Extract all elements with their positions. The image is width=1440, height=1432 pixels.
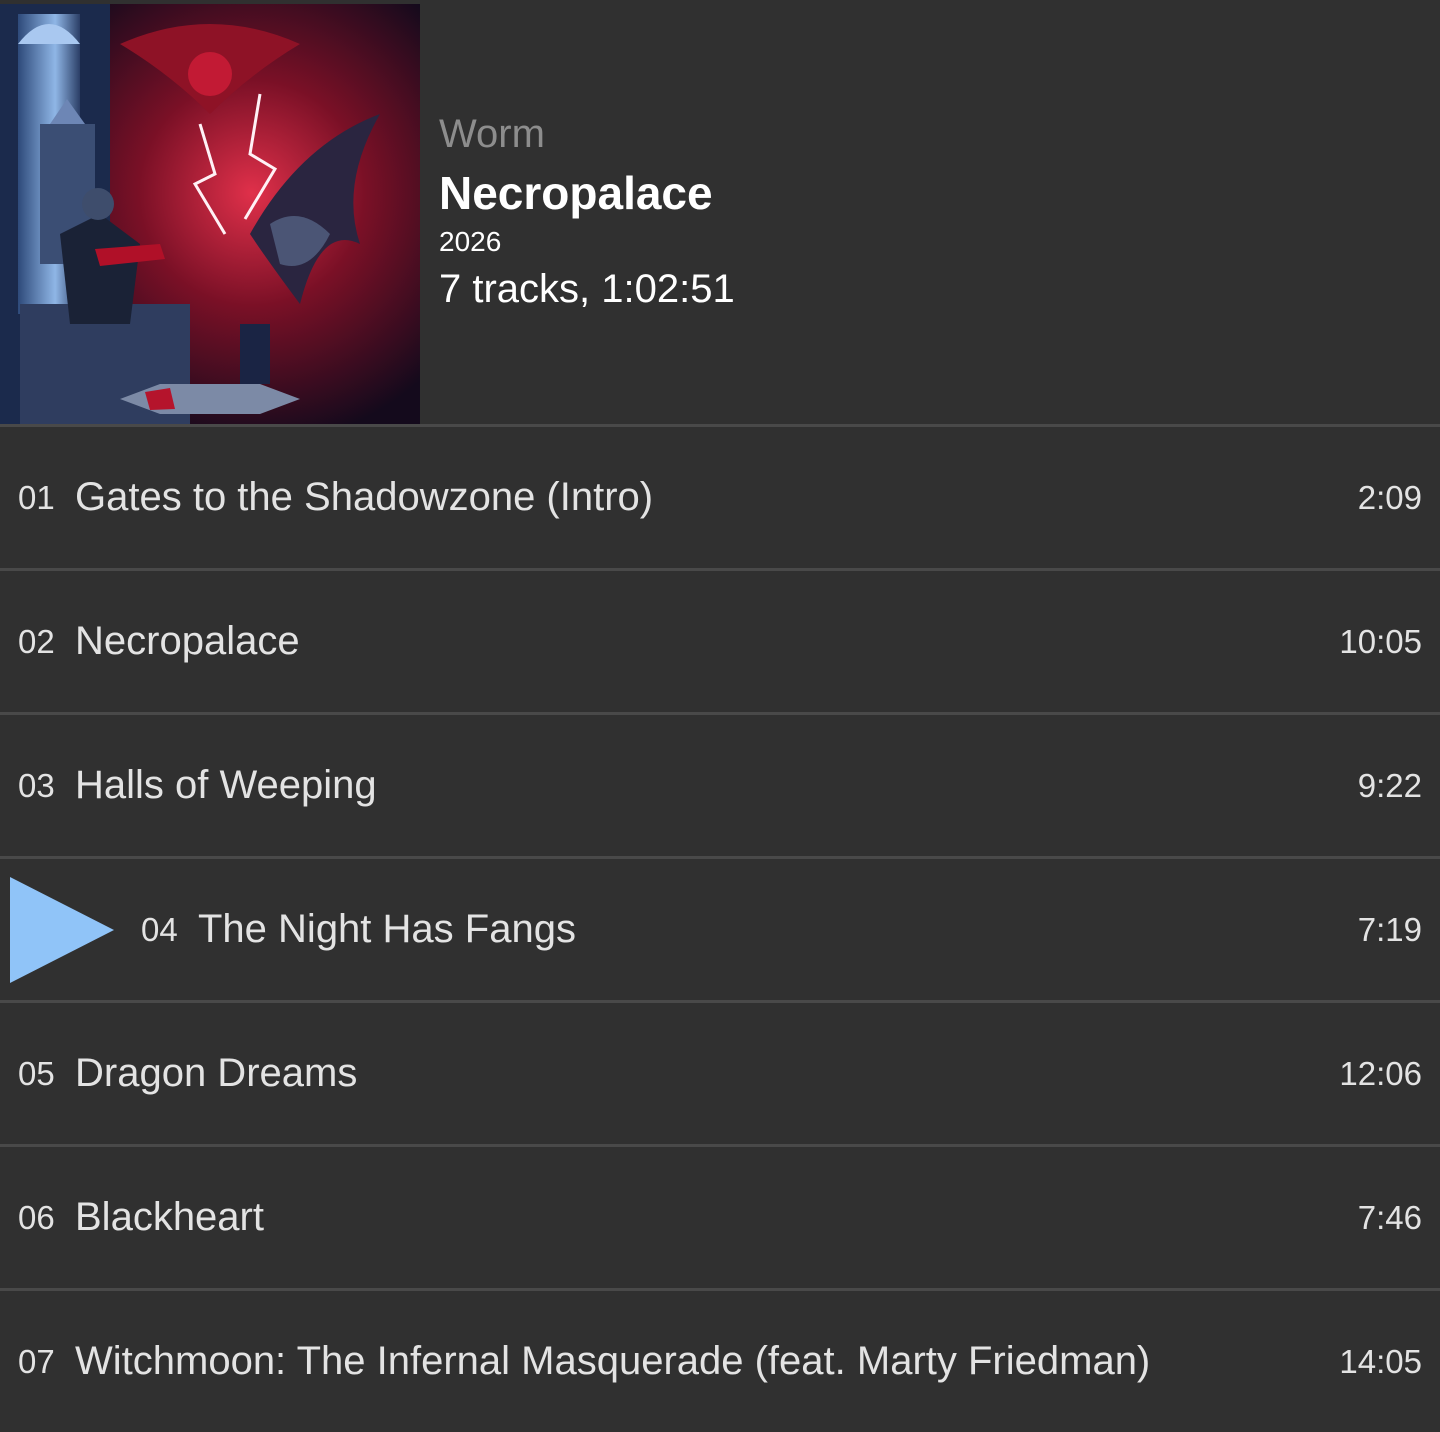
track-row[interactable]: 02 Necropalace 10:05 [0, 568, 1440, 712]
track-number: 04 [141, 911, 178, 948]
artist-name[interactable]: Worm [439, 108, 735, 160]
track-title: Blackheart [75, 1195, 264, 1239]
track-row-now-playing[interactable]: 04 The Night Has Fangs 7:19 [0, 856, 1440, 1000]
track-number: 06 [18, 1199, 55, 1236]
track-title: Halls of Weeping [75, 763, 377, 807]
track-duration: 12:06 [1339, 1055, 1422, 1092]
album-header: Worm Necropalace 2026 7 tracks, 1:02:51 [0, 0, 1440, 424]
album-cover-art [0, 4, 420, 424]
track-title: Necropalace [75, 619, 300, 663]
album-cover[interactable] [0, 4, 420, 424]
track-number: 03 [18, 767, 55, 804]
track-duration: 9:22 [1357, 767, 1422, 804]
track-row[interactable]: 01 Gates to the Shadowzone (Intro) 2:09 [0, 424, 1440, 568]
track-title: Gates to the Shadowzone (Intro) [75, 475, 654, 519]
track-number: 01 [18, 479, 55, 516]
track-number: 02 [18, 623, 55, 660]
track-duration: 7:19 [1357, 911, 1422, 948]
track-duration: 2:09 [1357, 479, 1422, 516]
play-icon [10, 877, 114, 983]
album-year: 2026 [439, 226, 502, 257]
track-row[interactable]: 06 Blackheart 7:46 [0, 1144, 1440, 1288]
track-duration: 7:46 [1357, 1199, 1422, 1236]
album-summary: 7 tracks, 1:02:51 [439, 267, 735, 311]
track-number: 05 [18, 1055, 55, 1092]
album-title: Necropalace [439, 167, 713, 219]
track-title: Dragon Dreams [75, 1051, 358, 1095]
track-row[interactable]: 07 Witchmoon: The Infernal Masquerade (f… [0, 1288, 1440, 1432]
track-list: 01 Gates to the Shadowzone (Intro) 2:09 … [0, 424, 1440, 1432]
track-number: 07 [18, 1343, 55, 1380]
track-row[interactable]: 05 Dragon Dreams 12:06 [0, 1000, 1440, 1144]
album-meta: Worm Necropalace 2026 7 tracks, 1:02:51 [439, 108, 735, 314]
track-duration: 10:05 [1339, 623, 1422, 660]
track-duration: 14:05 [1339, 1343, 1422, 1380]
track-title: The Night Has Fangs [198, 907, 576, 951]
track-title: Witchmoon: The Infernal Masquerade (feat… [75, 1339, 1151, 1383]
track-row[interactable]: 03 Halls of Weeping 9:22 [0, 712, 1440, 856]
